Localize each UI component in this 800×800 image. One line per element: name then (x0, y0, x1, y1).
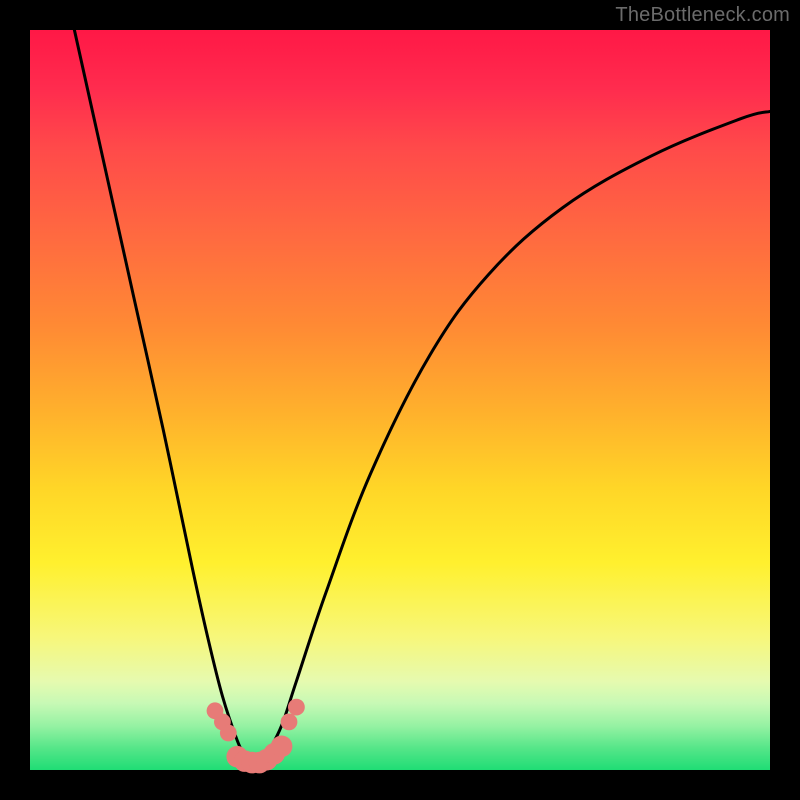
chart-svg (30, 30, 770, 770)
plot-area (30, 30, 770, 770)
outer-frame: TheBottleneck.com (0, 0, 800, 800)
marker-group (207, 699, 305, 774)
marker-dot (288, 699, 305, 716)
marker-dot (271, 736, 293, 758)
watermark-text: TheBottleneck.com (615, 4, 790, 27)
marker-dot (220, 725, 237, 742)
bottleneck-curve (74, 30, 770, 772)
marker-dot (281, 714, 298, 731)
